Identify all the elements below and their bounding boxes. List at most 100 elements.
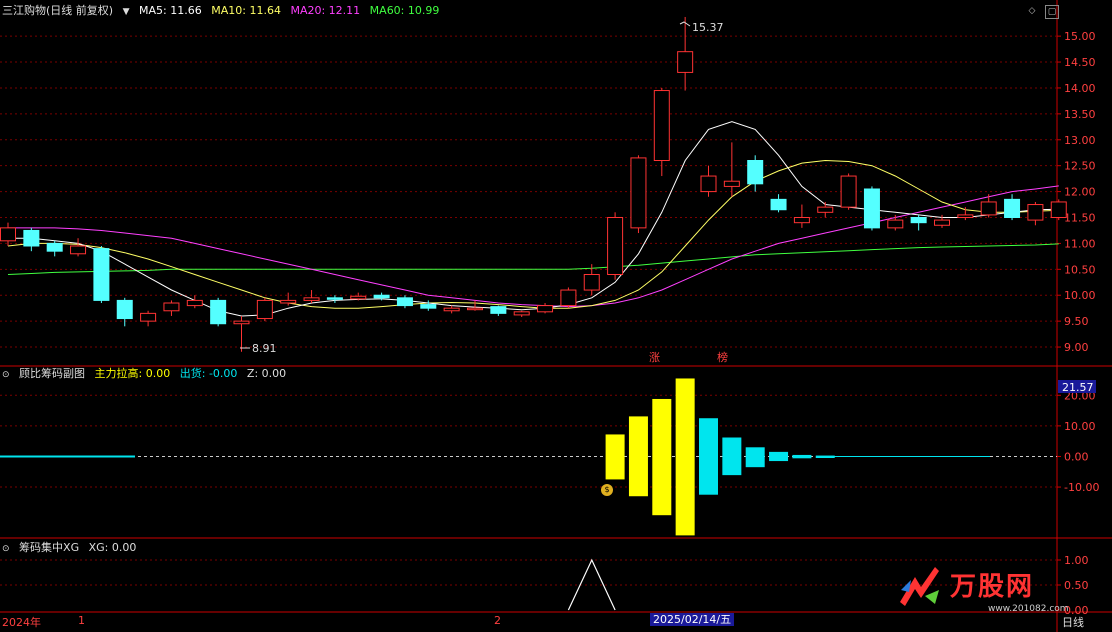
sub1-header: ⊙ 顾比筹码副图 主力拉高: 0.00 出货: -0.00 Z: 0.00 [2, 367, 292, 382]
ma5-label: MA5: 11.66 [139, 4, 202, 17]
axis-year-label: 2024年 [2, 616, 41, 629]
candle-body-up [793, 217, 810, 224]
candle-body-up [653, 90, 670, 161]
candle-body-up [303, 297, 320, 301]
distribution-bar [745, 447, 765, 468]
sub1-title[interactable]: 顾比筹码副图 [19, 367, 85, 380]
chart-stage: 15.00 14.50 14.00 13.50 13.00 12.50 12.00 11.50… [0, 0, 1112, 632]
xg-label: XG: 0.00 [88, 541, 137, 554]
price-grid [0, 35, 1057, 348]
logo-site: www.201082.com [988, 604, 1069, 614]
candle-body-down [863, 188, 880, 229]
candle-body-up [443, 307, 460, 312]
distribution-bar [722, 437, 742, 476]
ma10-line [7, 159, 1059, 309]
sub2-tick-label: 0.50 [1064, 579, 1089, 592]
axis-month2-label: 2 [494, 614, 501, 627]
price-tick-label: 14.00 [1064, 82, 1096, 95]
price-tick-label: 13.50 [1064, 108, 1096, 121]
main-force-bar [628, 416, 648, 497]
cursor-date-label: 2025/02/14/五 [650, 613, 735, 626]
candle-body-up [537, 305, 554, 313]
period-label[interactable]: 日线 [1062, 614, 1084, 630]
candle-body-down [396, 297, 413, 307]
candle-body-up [583, 274, 600, 291]
candle-body-down [210, 299, 227, 325]
collapse-icon[interactable]: ⊙ [2, 370, 10, 380]
ma60-label: MA60: 10.99 [369, 4, 440, 17]
candle-body-up [957, 214, 974, 218]
candle-body-up [513, 311, 530, 316]
price-tick-label: 13.00 [1064, 134, 1096, 147]
candle-body-up [163, 302, 180, 312]
ma20-line [8, 185, 1059, 308]
candle-body-up [280, 299, 297, 304]
price-tick-label: 9.00 [1064, 341, 1089, 354]
candle-body-down [46, 242, 63, 252]
diamond-icon[interactable]: ◇ [1026, 5, 1038, 17]
candle-body-down [1004, 198, 1021, 218]
maximize-icon[interactable]: ▢ [1045, 5, 1059, 19]
sub1-tick-label: 10.00 [1064, 420, 1096, 433]
distribution-bar [699, 418, 718, 495]
sub1-tick-label: 0.00 [1064, 450, 1089, 463]
price-tick-label: 11.00 [1064, 237, 1096, 250]
candle-body-up [560, 289, 577, 307]
candle-body-up [723, 180, 740, 187]
candle-body-up [817, 206, 834, 213]
sub1-current-value: 21.57 [1062, 381, 1094, 394]
distribution-label: 出货: -0.00 [179, 367, 238, 380]
dropdown-icon[interactable]: ▼ [123, 7, 130, 17]
candle-body-down [490, 306, 507, 314]
price-tick-label: 9.50 [1064, 315, 1089, 328]
main-force-label: 主力拉高: 0.00 [94, 367, 171, 380]
limit-up-tag[interactable]: 涨 [649, 349, 660, 365]
sub2-title[interactable]: 筹码集中XG [19, 541, 79, 554]
price-tick-label: 14.50 [1064, 56, 1096, 69]
logo-text: 万股网 [950, 572, 1035, 602]
candle-body-up [233, 320, 250, 325]
candle-body-up [980, 201, 997, 216]
money-bag-icon[interactable]: $ [601, 484, 613, 496]
sub1-tick-label: -10.00 [1064, 481, 1099, 494]
price-tick-label: 12.00 [1064, 186, 1096, 199]
candle-body-up [256, 299, 273, 320]
distribution-bar [815, 455, 835, 458]
sub2-tick-label: 1.00 [1064, 554, 1089, 567]
ma20-label: MA20: 12.11 [290, 4, 361, 17]
ma60-line [7, 243, 1059, 275]
sub2-header: ⊙ 筹码集中XG XG: 0.00 [2, 541, 142, 556]
collapse-icon[interactable]: ⊙ [2, 544, 10, 554]
price-axis: 15.00 14.50 14.00 13.50 13.00 12.50 12.00 11.50… [1057, 30, 1096, 354]
axis-month1-label: 1 [78, 614, 85, 627]
candle-body-up [467, 307, 483, 311]
candle-body-down [910, 217, 927, 224]
candle-body-up [186, 299, 203, 307]
candle-body-down [116, 299, 133, 320]
candle-body-up [700, 175, 717, 193]
price-tick-label: 15.00 [1064, 30, 1096, 43]
price-header: 三江购物(日线 前复权) ▼ MA5: 11.66 MA10: 11.64 MA… [2, 4, 445, 19]
logo-arrows-icon [895, 562, 945, 610]
candle-body-down [420, 304, 437, 309]
price-tick-label: 10.00 [1064, 289, 1096, 302]
candle-body-up [350, 295, 367, 300]
price-tick-label: 12.50 [1064, 160, 1096, 173]
moving-average-lines [7, 121, 1059, 317]
candle-body-up [840, 175, 857, 208]
candle-body-down [23, 229, 40, 247]
distribution-bar [769, 451, 789, 462]
main-force-bar [675, 378, 695, 536]
low-label: 8.91 [252, 342, 277, 355]
high-label: 15.37 [692, 21, 724, 34]
candle-body-up [70, 245, 87, 255]
candle-body-up [887, 219, 904, 229]
distribution-bar [792, 454, 812, 459]
stock-title[interactable]: 三江购物(日线 前复权) [2, 4, 113, 17]
ma5-line [8, 121, 1059, 317]
candle-body-up [0, 227, 16, 242]
price-tick-label: 11.50 [1064, 212, 1096, 225]
candle-body-down [326, 297, 343, 300]
candle-body-down [747, 160, 764, 185]
ranking-tag[interactable]: 榜 [717, 349, 728, 365]
